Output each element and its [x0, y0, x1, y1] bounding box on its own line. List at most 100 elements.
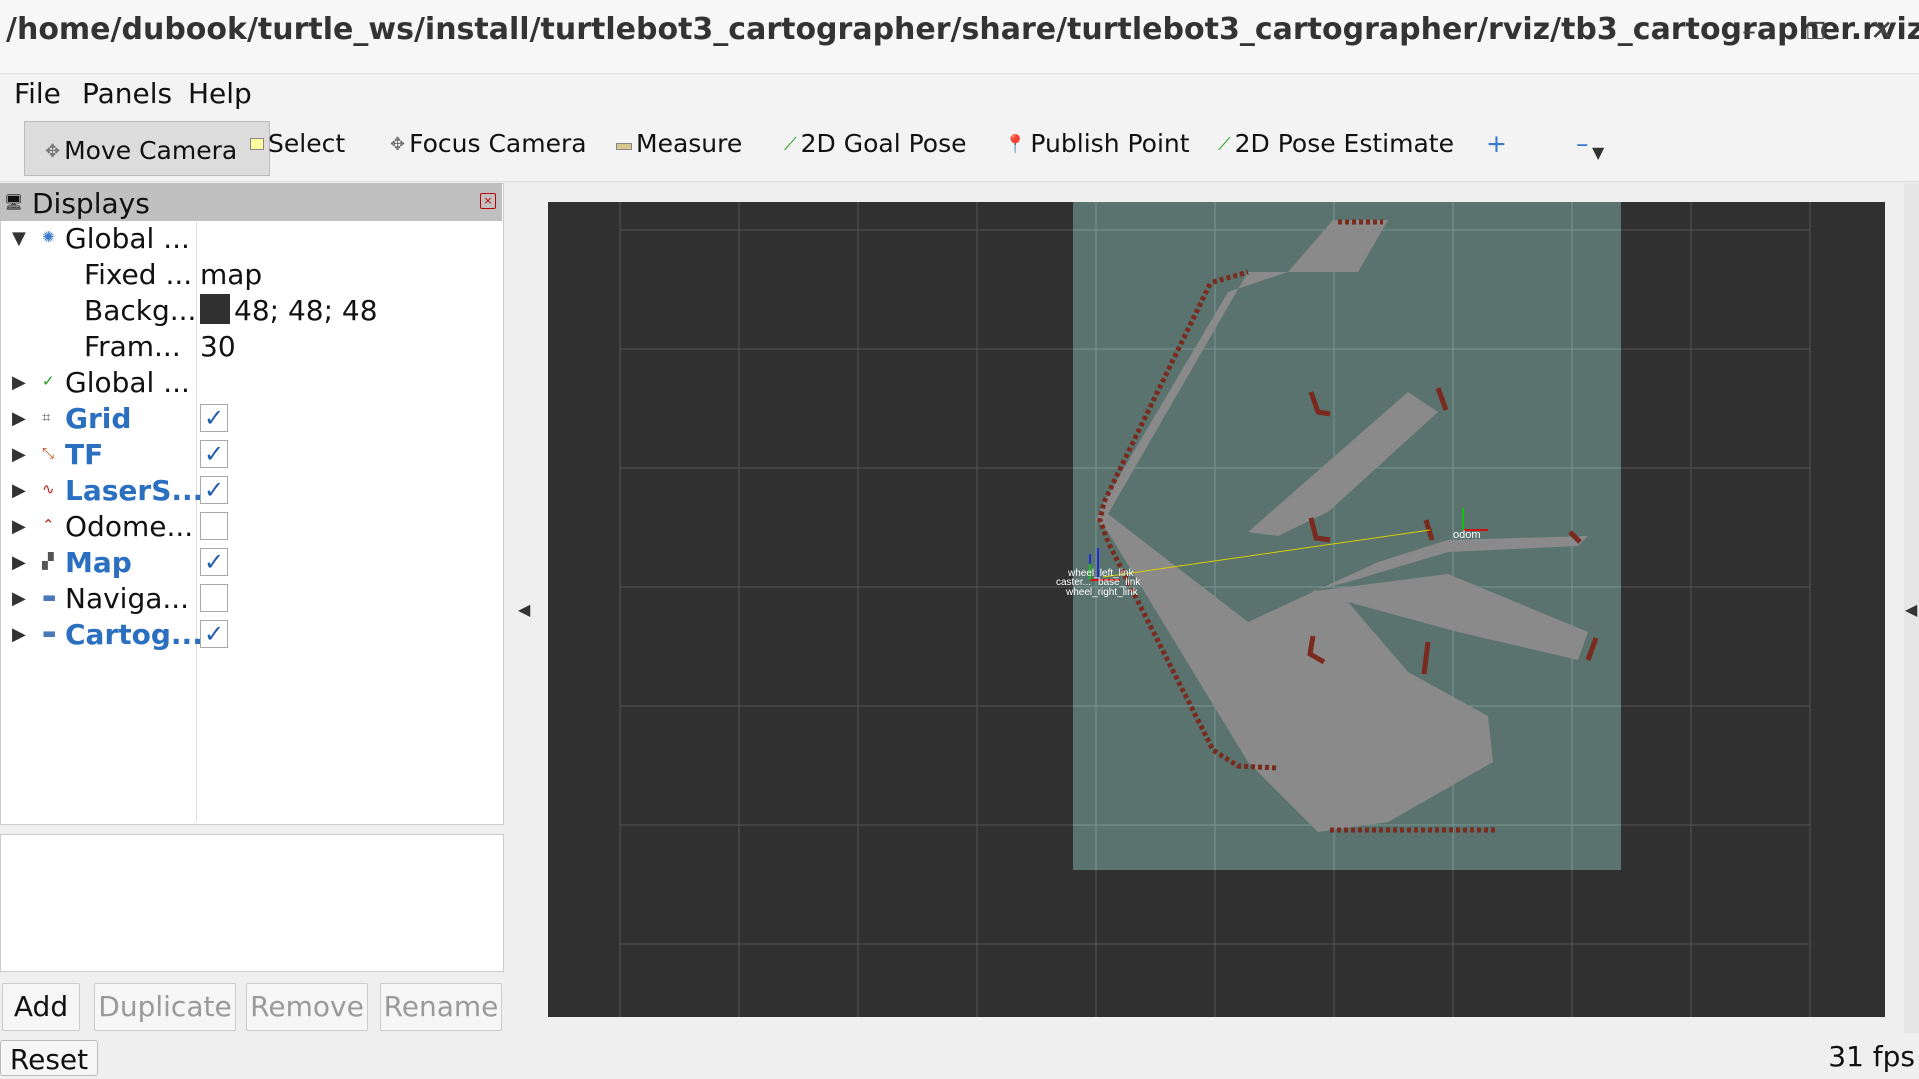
fps-readout: 31 fps: [1828, 1040, 1915, 1073]
menu-file[interactable]: File: [14, 77, 61, 110]
select-icon: [250, 138, 264, 150]
expand-arrow-icon[interactable]: ▶: [12, 624, 26, 645]
reset-button[interactable]: Reset: [0, 1040, 98, 1076]
tool-focus-camera[interactable]: ✥ Focus Camera: [390, 129, 587, 158]
close-icon[interactable]: ×: [480, 193, 496, 209]
tool-move-camera-label: Move Camera: [64, 136, 238, 165]
color-swatch[interactable]: [200, 294, 230, 324]
tree-row-grid[interactable]: ▶ ⌗ Grid ✓: [0, 402, 500, 438]
tree-row-global-status[interactable]: ▶ ✓ Global ...: [0, 366, 500, 402]
tool-pose-estimate[interactable]: ⟋ 2D Pose Estimate: [1218, 129, 1454, 158]
folder-icon: ▬: [42, 624, 57, 642]
minimize-button[interactable]: –: [1742, 14, 1756, 47]
menu-panels[interactable]: Panels: [82, 77, 172, 110]
display-name: Naviga...: [65, 582, 190, 615]
add-button[interactable]: Add: [2, 983, 80, 1031]
expand-arrow-icon[interactable]: ▶: [12, 408, 26, 429]
close-button[interactable]: ✕: [1870, 14, 1893, 47]
wheel-right-label: wheel_right_link: [1065, 587, 1139, 598]
tree-row-global-options[interactable]: ▼ ✺ Global ...: [0, 222, 500, 258]
display-checkbox[interactable]: ✓: [200, 476, 228, 504]
collapse-left-icon[interactable]: ◀: [518, 600, 530, 619]
tool-pose-estimate-label: 2D Pose Estimate: [1234, 129, 1454, 158]
tool-select-label: Select: [268, 129, 346, 158]
global-status-label: Global ...: [65, 366, 190, 399]
display-name: Grid: [65, 402, 132, 435]
move-camera-icon: ✥: [45, 141, 61, 162]
tool-measure[interactable]: Measure: [616, 129, 742, 158]
tree-row-laserscan[interactable]: ▶ ∿ LaserS... ✓: [0, 474, 500, 510]
map-pin-icon: 📍: [1004, 134, 1027, 155]
frame-rate-label: Fram...: [84, 330, 181, 363]
collapse-right-icon[interactable]: ◀: [1905, 600, 1917, 619]
rename-button: Rename: [380, 983, 502, 1031]
display-name: Map: [65, 546, 132, 579]
chevron-down-icon[interactable]: ▼: [1592, 143, 1604, 162]
green-arrow-icon: ⟋: [1218, 134, 1231, 155]
fixed-frame-value[interactable]: map: [200, 258, 262, 291]
expand-arrow-icon[interactable]: ▶: [12, 444, 26, 465]
tree-row-odometry[interactable]: ▶ ⌃ Odome...: [0, 510, 500, 546]
add-tool-button[interactable]: +: [1486, 129, 1507, 158]
display-checkbox[interactable]: [200, 584, 228, 612]
tool-publish-point-label: Publish Point: [1030, 129, 1190, 158]
global-options-label: Global ...: [65, 222, 190, 255]
expand-arrow-icon[interactable]: ▶: [12, 588, 26, 609]
menu-help[interactable]: Help: [188, 77, 252, 110]
tree-row-navigation[interactable]: ▶ ▬ Naviga...: [0, 582, 500, 618]
display-checkbox[interactable]: ✓: [200, 404, 228, 432]
fixed-frame-label: Fixed ...: [84, 258, 193, 291]
display-name: Cartog...: [65, 618, 203, 651]
remove-tool-button[interactable]: –: [1576, 129, 1589, 158]
display-checkbox[interactable]: ✓: [200, 620, 228, 648]
display-name: LaserS...: [65, 474, 204, 507]
tool-goal-pose[interactable]: ⟋ 2D Goal Pose: [784, 129, 966, 158]
remove-button: Remove: [246, 983, 368, 1031]
maximize-button[interactable]: ❐: [1806, 20, 1826, 45]
tree-row-cartographer[interactable]: ▶ ▬ Cartog... ✓: [0, 618, 500, 654]
tool-goal-pose-label: 2D Goal Pose: [800, 129, 967, 158]
duplicate-button: Duplicate: [94, 983, 236, 1031]
background-value[interactable]: 48; 48; 48: [200, 294, 378, 327]
display-name: TF: [65, 438, 104, 471]
title-bar: /home/dubook/turtle_ws/install/turtlebot…: [0, 0, 1919, 73]
gear-icon: ✺: [42, 228, 55, 246]
viewport-canvas[interactable]: odom wheel_left_link caster... base_link…: [548, 202, 1885, 1017]
tf-axes-icon: ⤡: [42, 444, 55, 462]
tree-row-tf[interactable]: ▶ ⤡ TF ✓: [0, 438, 500, 474]
window-title: /home/dubook/turtle_ws/install/turtlebot…: [6, 12, 1919, 47]
tree-row-background[interactable]: Backg... 48; 48; 48: [0, 294, 500, 330]
display-name: Odome...: [65, 510, 194, 543]
expand-arrow-icon[interactable]: ▼: [12, 228, 26, 249]
display-checkbox[interactable]: ✓: [200, 548, 228, 576]
background-label: Backg...: [84, 294, 197, 327]
tree-row-frame-rate[interactable]: Fram... 30: [0, 330, 500, 366]
tool-measure-label: Measure: [636, 129, 743, 158]
tree-row-map[interactable]: ▶ ▞ Map ✓: [0, 546, 500, 582]
expand-arrow-icon[interactable]: ▶: [12, 516, 26, 537]
display-checkbox[interactable]: ✓: [200, 440, 228, 468]
displays-title: Displays: [32, 187, 150, 220]
odometry-icon: ⌃: [42, 516, 55, 534]
background-value-text: 48; 48; 48: [234, 294, 378, 327]
tree-row-fixed-frame[interactable]: Fixed ... map: [0, 258, 500, 294]
ruler-icon: [616, 143, 632, 150]
display-checkbox[interactable]: [200, 512, 228, 540]
menu-bar: File Panels Help: [0, 73, 1919, 112]
green-arrow-icon: ⟋: [784, 134, 797, 155]
laser-icon: ∿: [42, 480, 55, 498]
folder-icon: ▬: [42, 588, 57, 606]
tool-bar: ✥ Move Camera Select ✥ Focus Camera Measur…: [0, 111, 1919, 182]
checkmark-icon: ✓: [42, 372, 55, 390]
frame-rate-value[interactable]: 30: [200, 330, 236, 363]
expand-arrow-icon[interactable]: ▶: [12, 552, 26, 573]
focus-camera-icon: ✥: [390, 134, 406, 155]
displays-panel-header: 🖥 Displays ×: [0, 183, 502, 221]
render-viewport[interactable]: odom wheel_left_link caster... base_link…: [548, 202, 1885, 1017]
expand-arrow-icon[interactable]: ▶: [12, 480, 26, 501]
tool-move-camera[interactable]: ✥ Move Camera: [24, 121, 270, 176]
expand-arrow-icon[interactable]: ▶: [12, 372, 26, 393]
grid-icon: ⌗: [42, 408, 51, 426]
tool-select[interactable]: Select: [250, 129, 345, 158]
tool-publish-point[interactable]: 📍 Publish Point: [1004, 129, 1190, 158]
